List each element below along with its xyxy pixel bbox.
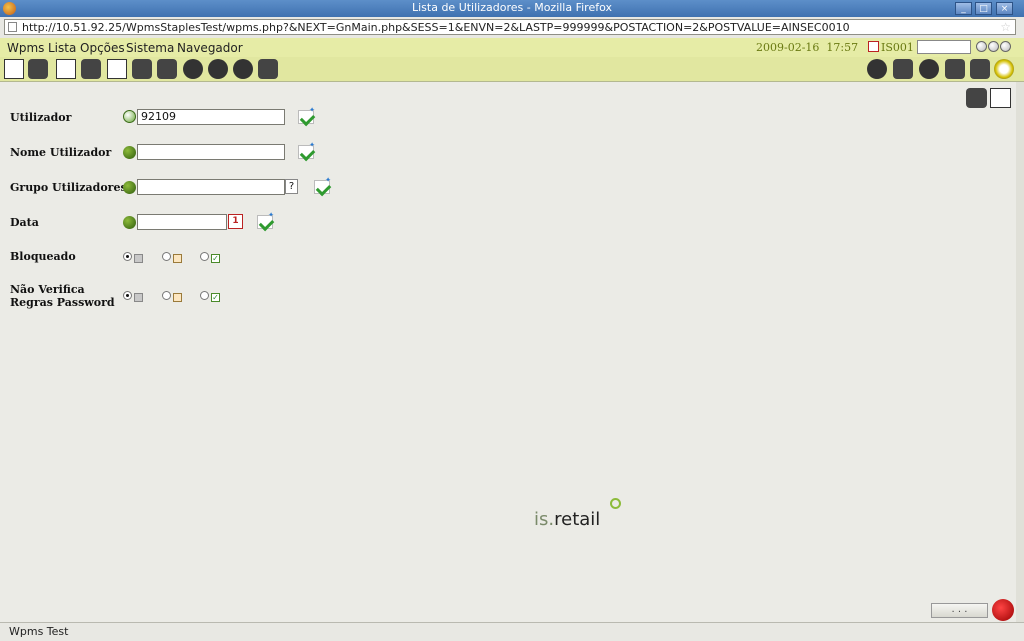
all-filter-icon bbox=[134, 293, 143, 302]
bookmark-star-icon[interactable]: ☆ bbox=[1000, 20, 1011, 34]
print-icon[interactable] bbox=[893, 59, 913, 79]
label-nao-verifica: Não Verifica Regras Password bbox=[10, 283, 115, 309]
url-text: http://10.51.92.25/WpmsStaplesTest/wpms.… bbox=[22, 21, 850, 34]
help-icon[interactable] bbox=[919, 59, 939, 79]
exit-icon[interactable] bbox=[994, 59, 1014, 79]
store-flag-icon bbox=[868, 41, 879, 52]
quick-search-input[interactable] bbox=[917, 40, 971, 54]
menu-navegador[interactable]: Navegador bbox=[177, 41, 243, 55]
label-data: Data bbox=[10, 216, 39, 229]
unchecked-filter-icon bbox=[173, 293, 182, 302]
field-status-icon bbox=[123, 181, 136, 194]
url-field[interactable]: http://10.51.92.25/WpmsStaplesTest/wpms.… bbox=[4, 19, 1016, 35]
label-utilizador: Utilizador bbox=[10, 111, 72, 124]
menu-wpms[interactable]: Wpms bbox=[7, 41, 44, 55]
label-bloqueado: Bloqueado bbox=[10, 250, 76, 263]
stack-icon[interactable] bbox=[258, 59, 278, 79]
grupo-utilizadores-input[interactable] bbox=[137, 179, 285, 195]
menu-opcoes[interactable]: Opções bbox=[80, 41, 125, 55]
camera-icon[interactable] bbox=[966, 88, 987, 108]
copy-page-icon[interactable] bbox=[107, 59, 127, 79]
binoculars-icon[interactable] bbox=[28, 59, 48, 79]
grupo-lookup-button[interactable]: ? bbox=[285, 179, 298, 194]
apply-utilizador-icon[interactable] bbox=[298, 106, 315, 124]
label-nao-verifica-line1: Não Verifica bbox=[10, 283, 85, 296]
label-nao-verifica-line2: Regras Password bbox=[10, 296, 115, 309]
store-code: IS001 bbox=[881, 41, 914, 54]
app-toolbar bbox=[0, 57, 1024, 82]
checked-filter-icon: ✓ bbox=[211, 254, 220, 263]
data-input[interactable] bbox=[137, 214, 227, 230]
checked-filter-icon: ✓ bbox=[211, 293, 220, 302]
brand-swirl-icon bbox=[610, 498, 621, 509]
all-filter-icon bbox=[134, 254, 143, 263]
brand-logo-part2: retail bbox=[554, 509, 601, 530]
menu-sistema[interactable]: Sistema bbox=[126, 41, 174, 55]
calendar-icon[interactable]: 1 bbox=[228, 214, 243, 229]
bloqueado-radio-no[interactable] bbox=[162, 252, 171, 261]
user-icon[interactable] bbox=[945, 59, 965, 79]
blank-page-icon[interactable] bbox=[56, 59, 76, 79]
menu-lista[interactable]: Lista bbox=[48, 41, 76, 55]
nao-verifica-radio-no[interactable] bbox=[162, 291, 171, 300]
apply-data-icon[interactable] bbox=[257, 211, 274, 229]
nav-dot-3-icon[interactable] bbox=[1000, 41, 1011, 52]
window-titlebar: Lista de Utilizadores - Mozilla Firefox … bbox=[0, 0, 1024, 17]
more-button[interactable]: . . . bbox=[931, 603, 988, 618]
nome-utilizador-input[interactable] bbox=[137, 144, 285, 160]
trash-icon[interactable] bbox=[990, 88, 1011, 108]
current-date: 2009-02-16 bbox=[756, 41, 820, 54]
app-menubar: Wpms Lista Opções Sistema Navegador 2009… bbox=[0, 38, 1024, 57]
brand-logo: is.retail bbox=[534, 498, 621, 530]
status-text: Wpms Test bbox=[9, 625, 69, 638]
unchecked-filter-icon bbox=[173, 254, 182, 263]
brand-logo-part1: is. bbox=[534, 509, 555, 530]
nao-verifica-radio-all[interactable] bbox=[123, 291, 132, 300]
refresh-icon[interactable] bbox=[867, 59, 887, 79]
tools-icon[interactable] bbox=[183, 59, 203, 79]
page-icon bbox=[8, 22, 17, 32]
maximize-button[interactable]: □ bbox=[975, 2, 992, 15]
nav-dot-2-icon[interactable] bbox=[988, 41, 999, 52]
bloqueado-radio-all[interactable] bbox=[123, 252, 132, 261]
datetime: 2009-02-16 17:57 bbox=[756, 41, 858, 54]
edit-icon[interactable] bbox=[81, 59, 101, 79]
people-edit-icon[interactable] bbox=[233, 59, 253, 79]
status-bar: Wpms Test bbox=[0, 622, 1024, 641]
bloqueado-radio-yes[interactable] bbox=[200, 252, 209, 261]
nav-dot-1-icon[interactable] bbox=[976, 41, 987, 52]
key-field-icon bbox=[123, 110, 136, 123]
apply-nome-icon[interactable] bbox=[298, 141, 315, 159]
minimize-button[interactable]: _ bbox=[955, 2, 972, 15]
nao-verifica-radio-yes[interactable] bbox=[200, 291, 209, 300]
apply-grupo-icon[interactable] bbox=[314, 176, 331, 194]
label-grupo-utilizadores: Grupo Utilizadores bbox=[10, 181, 127, 194]
field-status-icon bbox=[123, 146, 136, 159]
keyboard-icon[interactable] bbox=[132, 59, 152, 79]
field-status-icon bbox=[123, 216, 136, 229]
computer-icon[interactable] bbox=[157, 59, 177, 79]
close-button[interactable]: × bbox=[996, 2, 1013, 15]
stamp-icon[interactable] bbox=[970, 59, 990, 79]
current-time: 17:57 bbox=[826, 41, 859, 54]
vertical-scrollbar[interactable] bbox=[1016, 82, 1024, 622]
window-title: Lista de Utilizadores - Mozilla Firefox bbox=[411, 1, 613, 14]
url-bar: http://10.51.92.25/WpmsStaplesTest/wpms.… bbox=[0, 17, 1024, 39]
bug-report-icon[interactable] bbox=[992, 599, 1014, 621]
report-icon[interactable] bbox=[4, 59, 24, 79]
people-icon[interactable] bbox=[208, 59, 228, 79]
utilizador-input[interactable]: 92109 bbox=[137, 109, 285, 125]
label-nome-utilizador: Nome Utilizador bbox=[10, 146, 112, 159]
